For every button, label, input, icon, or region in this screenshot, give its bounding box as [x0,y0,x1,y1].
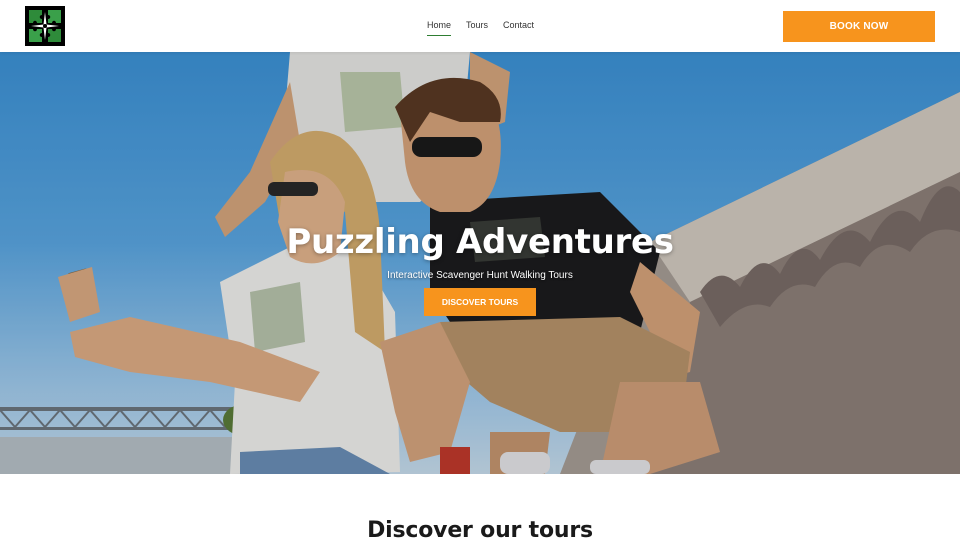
section-title-tours: Discover our tours [367,518,593,540]
nav-tours-link[interactable]: Tours [466,16,488,36]
hero-subtitle: Interactive Scavenger Hunt Walking Tours [387,270,573,281]
discover-tours-button[interactable]: DISCOVER TOURS [424,288,536,316]
site-header: Home Tours Contact BOOK NOW [0,0,960,52]
nav-home-link[interactable]: Home [427,16,452,36]
main-nav: Home Tours Contact [427,0,549,52]
book-now-button[interactable]: BOOK NOW [783,11,935,42]
puzzle-compass-logo-icon [25,6,65,46]
nav-contact-link[interactable]: Contact [503,16,534,36]
site-logo[interactable] [25,6,65,46]
hero-title: Puzzling Adventures [286,222,674,262]
hero-section: Puzzling Adventures Interactive Scavenge… [0,52,960,474]
